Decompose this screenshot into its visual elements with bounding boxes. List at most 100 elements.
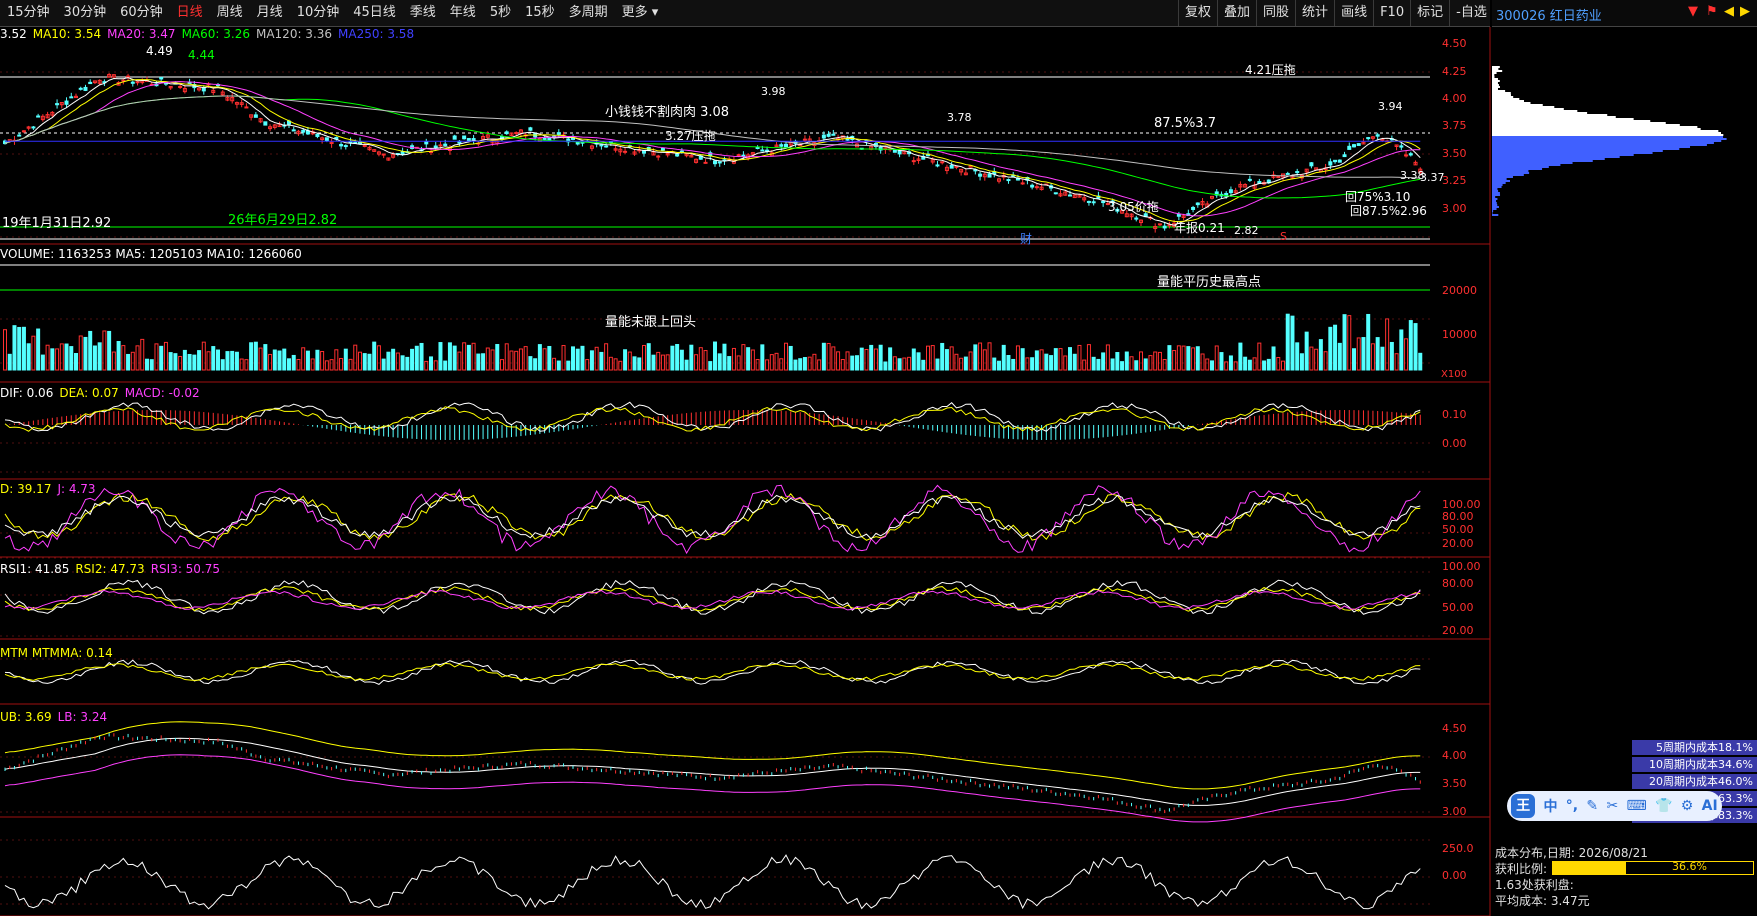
tool-button[interactable]: 复权 [1178,0,1217,26]
y-axis-tick: 4.00 [1442,92,1467,105]
kline-chart-area[interactable] [0,27,1492,916]
volume-bar [916,352,921,371]
legend-item: DIF: 0.06 [0,386,54,400]
ime-item-icon[interactable]: ⌨ [1627,798,1647,814]
volume-bar [310,358,315,371]
period-tab[interactable]: 60分钟 [113,0,170,26]
cost-period-box[interactable]: 5周期内成本18.1% [1632,740,1757,755]
ime-item-icon[interactable]: 👕 [1655,798,1672,814]
tool-button[interactable]: -自选 [1449,0,1493,26]
legend-item: LB: 3.24 [57,710,108,724]
sell-marker[interactable]: S [1280,230,1287,243]
cost-period-box[interactable]: 10周期内成本34.6% [1632,757,1757,772]
tool-button[interactable]: 统计 [1295,0,1334,26]
volume-bar [145,358,149,371]
tool-button[interactable]: 叠加 [1217,0,1256,26]
volume-bar [836,351,841,371]
volume-bar [287,358,291,371]
candle-body [656,155,661,158]
tool-button[interactable]: 同股 [1256,0,1295,26]
volume-bar [1309,346,1314,371]
volume-bar [282,348,287,371]
period-tab[interactable]: 15秒 [518,0,562,26]
tool-button[interactable]: 标记 [1410,0,1449,26]
period-tab[interactable]: 30分钟 [57,0,114,26]
volume-bar [1148,355,1153,371]
legend-item: UB: 3.69 [0,710,52,724]
volume-bar [1323,351,1328,371]
volume-bar [859,347,864,371]
volume-bar [897,358,902,371]
volume-bar [111,351,116,371]
period-tab[interactable]: 45日线 [346,0,403,26]
candle-body [1366,137,1371,140]
volume-bar [1366,313,1371,371]
period-tab[interactable]: 日线 [170,0,210,26]
volume-bar [1304,331,1309,371]
boll-upper [4,721,1421,790]
volume-bar [1352,348,1356,371]
ime-logo-icon[interactable]: 王 [1511,794,1536,818]
ime-item-icon[interactable]: °, [1566,798,1578,814]
volume-bar [604,343,609,371]
ime-toolbar[interactable]: 王中 °, ✎ ✂ ⌨ 👕 ⚙ AI [1507,791,1722,821]
cost-period-box[interactable]: 20周期内成本46.0% [1632,774,1757,789]
volume-bar [1328,326,1333,371]
ime-item-icon[interactable]: ✂ [1606,798,1618,814]
alert-icon[interactable]: ▼ [1688,4,1698,19]
annual-report-label: 年报0.21 [1174,221,1225,235]
volume-bar [571,346,575,371]
period-tab[interactable]: 5秒 [483,0,518,26]
period-tab[interactable]: 10分钟 [290,0,347,26]
candle-body [126,75,131,78]
ime-item-icon[interactable]: ⚙ [1681,798,1694,814]
candle-body [17,134,22,137]
volume-bar [731,347,736,371]
period-tab[interactable]: 年线 [443,0,483,26]
volume-bar [741,344,746,371]
volume-bar [1276,356,1281,371]
prev-icon[interactable]: ◀ [1724,4,1734,19]
candle-body [779,144,784,147]
volume-bar [121,345,126,371]
ime-item-icon[interactable]: ✎ [1586,798,1598,814]
candle-body [31,126,36,129]
candle-body [542,137,547,140]
ime-item-icon[interactable]: 中 [1543,796,1557,816]
legend-item: RSI3: 50.75 [150,562,221,576]
candle-body [978,173,983,177]
flag-icon[interactable]: ⚑ [1706,4,1718,19]
candle-body [831,133,836,136]
period-tab[interactable]: 多周期 [562,0,615,26]
period-tab[interactable]: 季线 [403,0,443,26]
next-icon[interactable]: ▶ [1740,4,1750,19]
y-axis-tick: 3.50 [1442,777,1467,790]
volume-bar [272,349,277,371]
volume-bar [17,326,22,371]
candle-body [201,87,206,92]
ime-item-icon[interactable]: AI [1702,798,1718,814]
date-label-2: 26年6月29日2.82 [228,213,338,228]
volume-bar [1299,353,1304,371]
volume-bar [694,354,699,371]
period-tab[interactable]: 更多 ▾ [615,0,666,26]
candle-body [462,135,467,140]
finance-marker[interactable]: 财 [1020,230,1032,247]
stock-code-name[interactable]: 300026 红日药业 [1496,5,1602,24]
volume-bar [660,354,665,371]
volume-bar [1039,349,1044,371]
period-tab[interactable]: 月线 [250,0,290,26]
tool-button[interactable]: 画线 [1334,0,1373,26]
period-tab[interactable]: 15分钟 [0,0,57,26]
candle-body [1337,159,1342,163]
volume-bar [126,353,131,371]
volume-bar [713,341,717,371]
y-axis-tick: 50.00 [1442,523,1474,536]
volume-legend: VOLUME: 1163253 MA5: 1205103 MA10: 12660… [0,247,302,261]
volume-bar [907,356,912,371]
candle-body [21,130,26,133]
tool-button[interactable]: F10 [1373,0,1410,26]
cost-distribution-chart [1492,66,1727,216]
volume-bar [277,350,282,371]
period-tab[interactable]: 周线 [210,0,250,26]
